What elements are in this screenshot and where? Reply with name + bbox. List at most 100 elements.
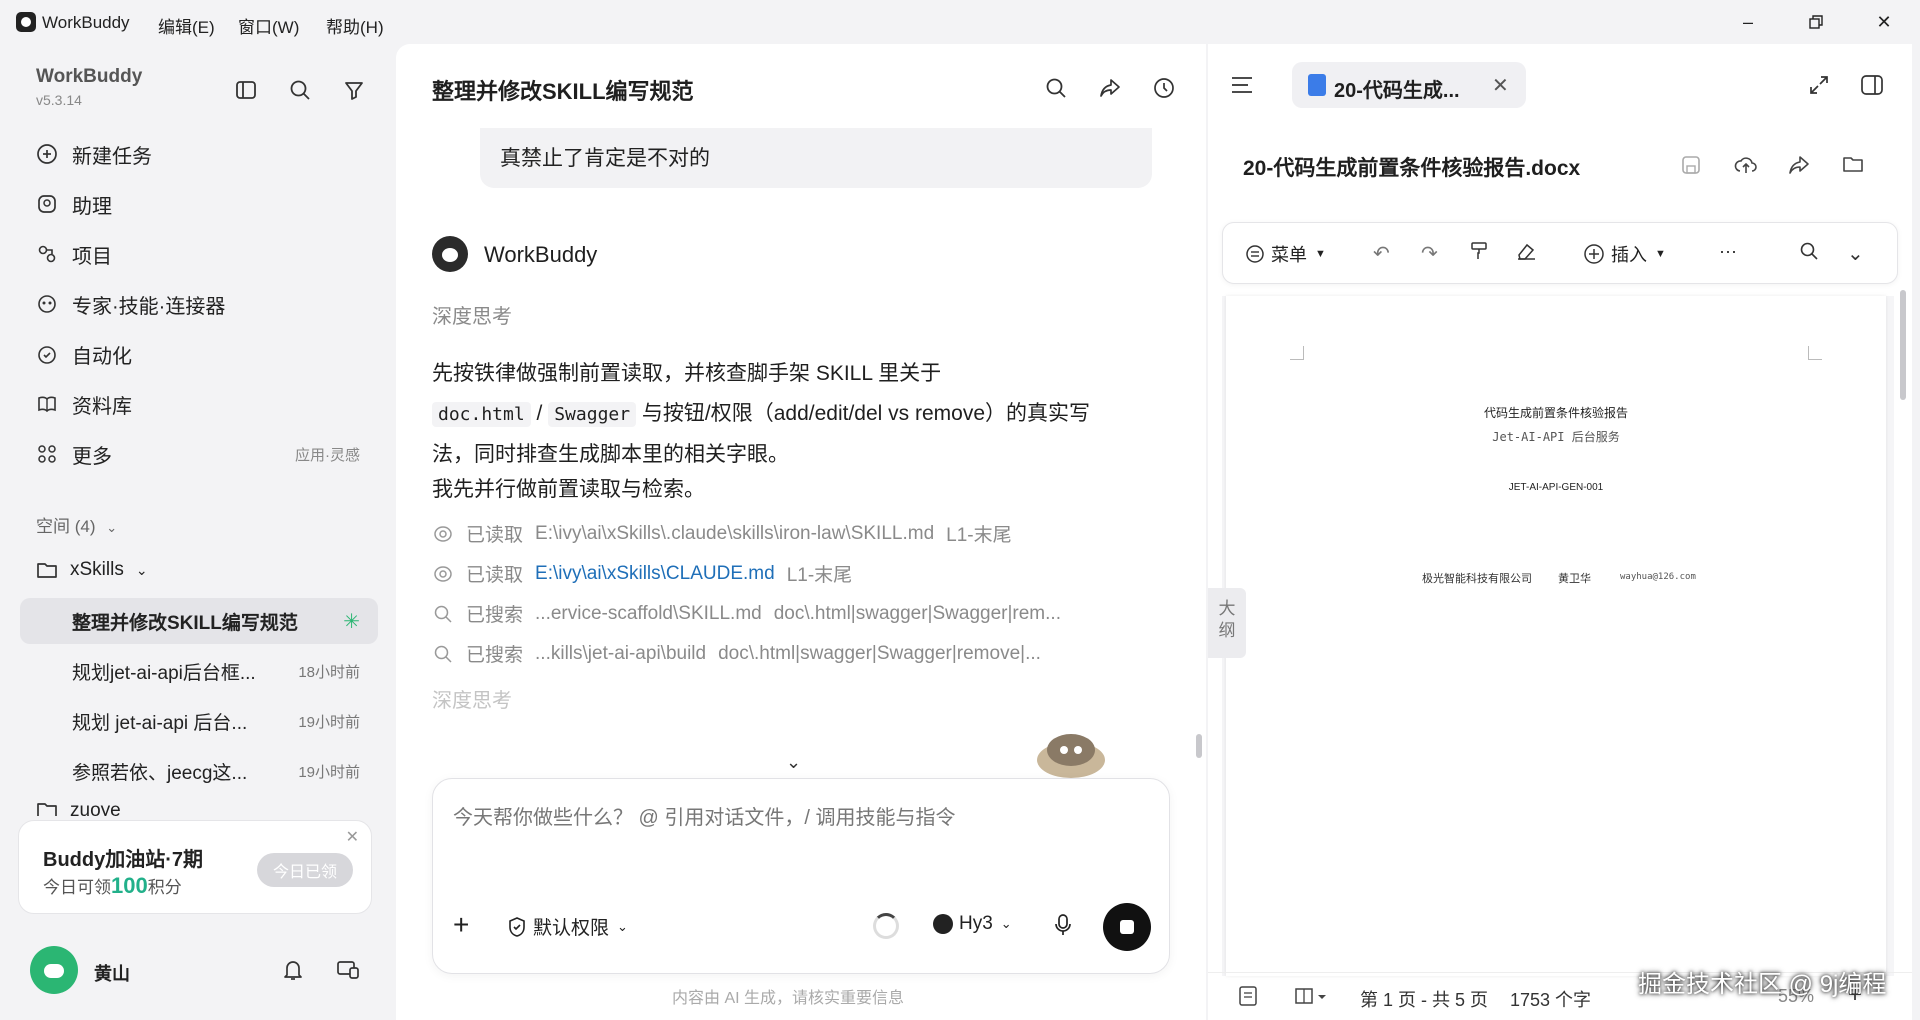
tool-log-row[interactable]: 已读取 E:\ivy\ai\xSkills\CLAUDE.md L1-末尾 [432,560,852,587]
layout-icon[interactable] [1294,985,1328,1012]
nav-more[interactable]: 更多 应用·灵感 [20,432,380,476]
menu-window[interactable]: 窗口(W) [238,13,299,38]
search-icon[interactable] [1799,241,1819,267]
share-icon[interactable] [1788,154,1810,181]
nav-label: 资料库 [72,395,132,418]
search-icon [432,643,454,665]
save-icon[interactable] [1680,154,1702,181]
log-range: doc\.html|swagger|Swagger|remove|... [718,642,1041,664]
task-item-active[interactable]: 整理并修改SKILL编写规范 ✳ [20,598,378,644]
redo-icon[interactable]: ↷ [1421,241,1438,266]
chat-panel: 整理并修改SKILL编写规范 真禁止了肯定是不对的 WorkBuddy 深度思考… [396,44,1206,1020]
outline-label: 大纲 [1218,599,1236,640]
tool-log-row[interactable]: 已读取 E:\ivy\ai\xSkills\.claude\skills\iro… [432,520,1012,547]
doc-scrollbar[interactable] [1900,290,1906,400]
nav-project[interactable]: 项目 [20,232,380,276]
automation-icon [34,341,60,367]
menu-edit[interactable]: 编辑(E) [158,13,215,38]
folder-icon [36,800,58,816]
promo-card[interactable]: Buddy加油站·7期 今日可领100积分 今日已领 ✕ [18,820,372,914]
close-icon[interactable]: ✕ [1492,73,1509,98]
history-icon[interactable] [1148,72,1180,104]
minimize-icon[interactable]: – [1728,8,1768,36]
filter-icon[interactable] [338,74,370,106]
folder-icon[interactable] [1842,154,1864,179]
loading-sparkle-icon: ✳ [343,610,360,633]
device-icon[interactable] [336,958,360,987]
thinking-label[interactable]: 深度思考 [432,300,512,329]
inline-code: doc.html [432,402,531,427]
bell-icon[interactable] [282,958,304,987]
more-options-button[interactable]: ··· [1719,241,1737,262]
permission-dropdown[interactable]: 默认权限 ⌄ [507,913,628,940]
task-item[interactable]: 规划 jet-ai-api 后台... 19小时前 [20,698,378,744]
share-icon[interactable] [1094,72,1126,104]
document-filename: 20-代码生成前置条件核验报告.docx [1243,157,1581,180]
chevron-down-icon[interactable]: ⌄ [1847,241,1864,266]
library-icon [34,391,60,417]
spaces-label[interactable]: 空间 (4) ⌄ [36,512,117,537]
doc-menu-button[interactable]: 菜单 ▼ [1245,241,1326,267]
task-label: 整理并修改SKILL编写规范 [72,612,298,634]
microphone-icon[interactable] [1053,913,1073,942]
close-window-icon[interactable]: ✕ [1864,8,1904,36]
eraser-icon[interactable] [1515,241,1537,267]
undo-icon[interactable]: ↶ [1373,241,1390,266]
add-attachment-icon[interactable]: + [453,909,469,941]
caret-down-icon: ▼ [1315,248,1326,260]
search-icon[interactable] [1040,72,1072,104]
doc-code: JET-AI-API-GEN-001 [1508,482,1604,493]
nav-new-task[interactable]: 新建任务 [20,132,380,176]
page-title: 整理并修改SKILL编写规范 [432,79,694,104]
composer-input[interactable]: 今天帮你做些什么？ @ 引用对话文件，/ 调用技能与指令 [453,801,956,830]
toggle-sidebar-icon[interactable] [230,74,262,106]
word-count[interactable]: 1753 个字 [1510,986,1591,1012]
answer-text: 与按钮/权限（add/edit/del vs remove）的真实写 [636,402,1091,425]
chat-composer[interactable]: 今天帮你做些什么？ @ 引用对话文件，/ 调用技能与指令 + 默认权限 ⌄ Hy… [432,778,1170,974]
nav-library[interactable]: 资料库 [20,382,380,426]
claim-button[interactable]: 今日已领 [257,853,353,887]
chevron-down-icon[interactable]: ⌄ [786,752,801,773]
nav-assistant[interactable]: 助理 [20,182,380,226]
new-task-icon [34,141,60,167]
chevron-down-icon: ⌄ [106,520,118,535]
task-item[interactable]: 规划jet-ai-api后台框... 18小时前 [20,648,378,694]
search-icon[interactable] [284,74,316,106]
stop-button[interactable] [1103,903,1151,951]
thinking-label[interactable]: 深度思考 [432,684,512,713]
outline-tab[interactable]: 大纲 [1208,588,1246,658]
chat-scrollbar[interactable] [1196,734,1202,758]
tool-log-row[interactable]: 已搜索 ...kills\jet-ai-api\build doc\.html|… [432,640,1041,667]
close-icon[interactable]: ✕ [346,827,359,847]
tab-label: 20-代码生成... [1334,80,1460,102]
log-path: ...ervice-scaffold\SKILL.md [535,602,762,624]
tool-log-row[interactable]: 已搜索 ...ervice-scaffold\SKILL.md doc\.htm… [432,600,1061,627]
bot-avatar [432,236,468,272]
task-label: 规划jet-ai-api后台框... [72,662,256,684]
nav-automation[interactable]: 自动化 [20,332,380,376]
app-name: WorkBuddy [42,13,130,32]
page-view-icon[interactable] [1238,985,1258,1012]
nav-label: 更多 [72,445,112,468]
task-label: 规划 jet-ai-api 后台... [72,712,248,734]
restore-icon[interactable] [1796,8,1836,36]
menu-list-icon[interactable] [1230,74,1254,101]
menu-help[interactable]: 帮助(H) [326,13,384,38]
caret-down-icon: ▼ [1655,248,1666,260]
project-zuoye[interactable]: zuoye [20,796,380,816]
log-path-link[interactable]: E:\ivy\ai\xSkills\CLAUDE.md [535,563,775,585]
expand-icon[interactable] [1808,74,1830,101]
format-painter-icon[interactable] [1469,241,1489,267]
task-item[interactable]: 参照若依、jeecg这... 19小时前 [20,748,378,794]
document-page[interactable]: 代码生成前置条件核验报告 Jet-AI-API 后台服务 JET-AI-API-… [1226,296,1886,976]
avatar[interactable] [30,946,78,994]
insert-button[interactable]: 插入 ▼ [1583,241,1666,267]
upload-icon[interactable] [1734,154,1758,181]
model-dropdown[interactable]: Hy3 ⌄ [933,913,1012,935]
nav-experts[interactable]: 专家·技能·连接器 [20,282,380,326]
promo-title: Buddy加油站·7期 [43,849,203,871]
panel-layout-icon[interactable] [1860,74,1884,101]
doc-tab[interactable]: 20-代码生成... ✕ [1292,62,1526,108]
doc-company: 极光智能科技有限公司 [1422,573,1532,585]
project-xskills[interactable]: xSkills ⌄ [20,548,380,592]
